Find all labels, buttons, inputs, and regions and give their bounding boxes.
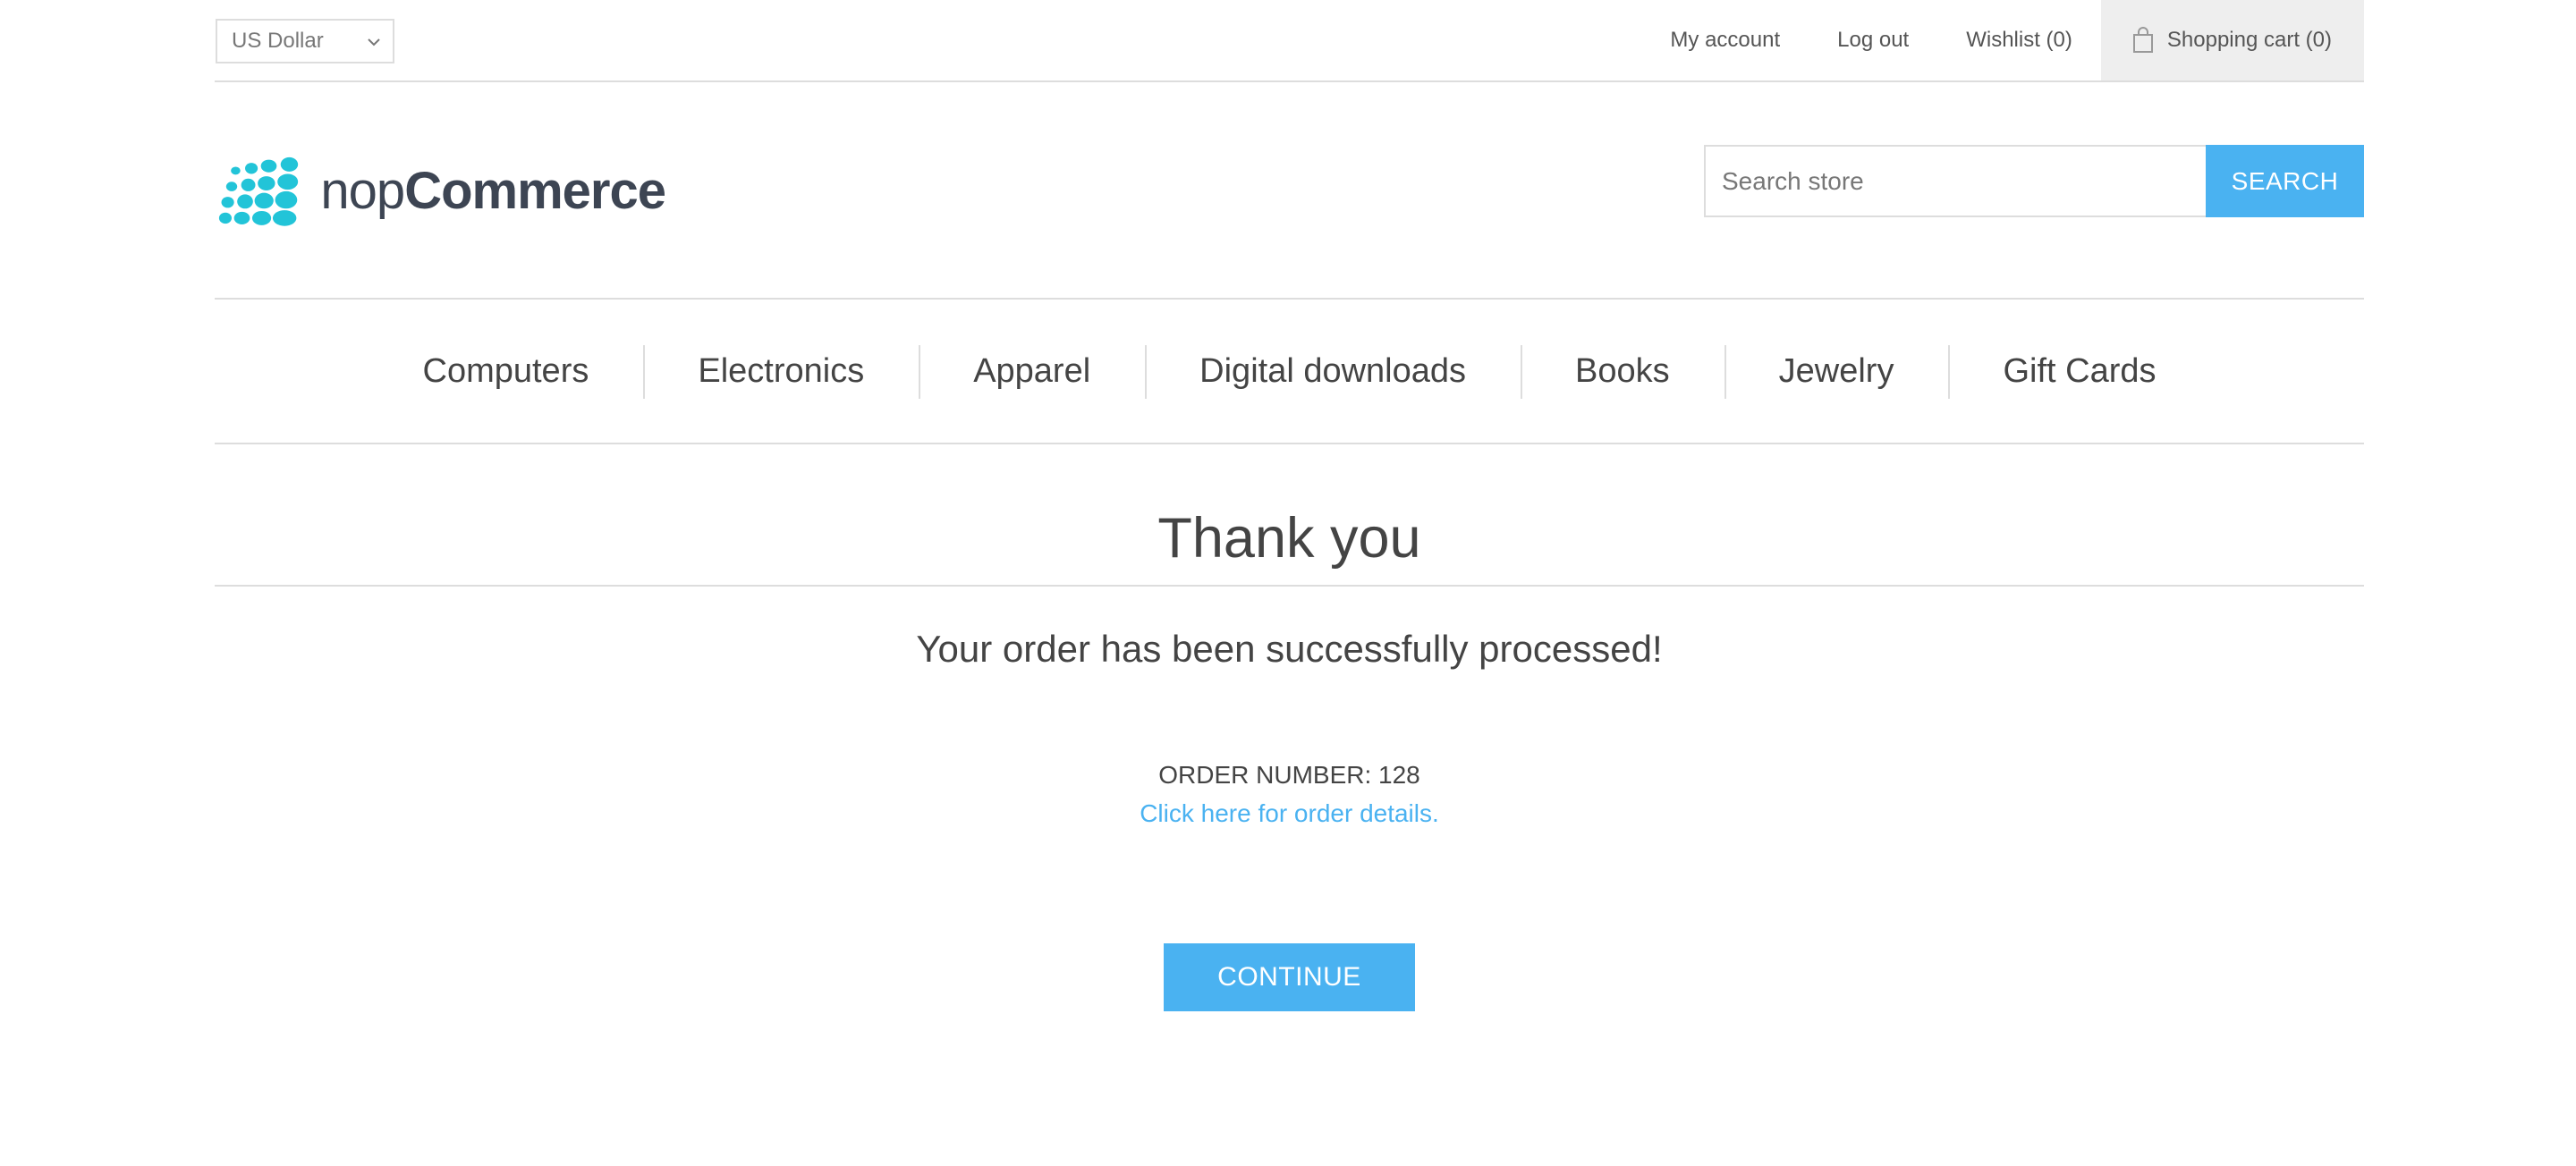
logo-text-thin: nop — [320, 161, 405, 220]
header-links: My account Log out Wishlist (0) Shopping… — [1613, 0, 2364, 80]
order-details-row: Click here for order details. — [215, 799, 2364, 828]
continue-button[interactable]: CONTINUE — [1164, 943, 1415, 1011]
category-menu: Computers Electronics Apparel Digital do… — [215, 298, 2364, 444]
chevron-down-icon — [368, 38, 380, 46]
page-title: Thank you — [1157, 507, 1421, 570]
order-details-link[interactable]: Click here for order details. — [1140, 799, 1439, 827]
logo-text-bold: Commerce — [404, 161, 666, 220]
wishlist-link[interactable]: Wishlist (0) — [1966, 28, 2072, 53]
page-title-block: Thank you — [215, 503, 2364, 587]
menu-item-jewelry[interactable]: Jewelry — [1724, 344, 1949, 399]
menu-item-electronics[interactable]: Electronics — [643, 344, 919, 399]
order-success-message: Your order has been successfully process… — [916, 628, 1663, 670]
store-logo[interactable]: nopCommerce — [218, 150, 666, 231]
logo-wordmark: nopCommerce — [320, 161, 666, 221]
logo-dots-icon — [218, 156, 299, 226]
search-box: SEARCH — [1704, 145, 2364, 217]
currency-select-value: US Dollar — [232, 29, 324, 53]
search-input[interactable] — [1704, 145, 2206, 217]
my-account-link[interactable]: My account — [1670, 28, 1780, 53]
menu-item-books[interactable]: Books — [1521, 344, 1724, 399]
menu-item-computers[interactable]: Computers — [369, 352, 644, 391]
shopping-cart-link[interactable]: Shopping cart (0) — [2100, 0, 2364, 80]
menu-item-apparel[interactable]: Apparel — [919, 344, 1145, 399]
menu-item-gift-cards[interactable]: Gift Cards — [1948, 344, 2210, 399]
header-top-bar: US Dollar My account Log out Wishlist (0… — [215, 0, 2364, 82]
order-number: ORDER NUMBER: 128 — [1158, 761, 1420, 789]
log-out-link[interactable]: Log out — [1837, 28, 1909, 53]
shopping-cart-label: Shopping cart (0) — [2166, 28, 2332, 52]
menu-item-digital-downloads[interactable]: Digital downloads — [1145, 344, 1521, 399]
currency-select[interactable]: US Dollar — [216, 19, 394, 63]
search-button[interactable]: SEARCH — [2206, 145, 2364, 217]
shopping-bag-icon — [2132, 27, 2153, 53]
